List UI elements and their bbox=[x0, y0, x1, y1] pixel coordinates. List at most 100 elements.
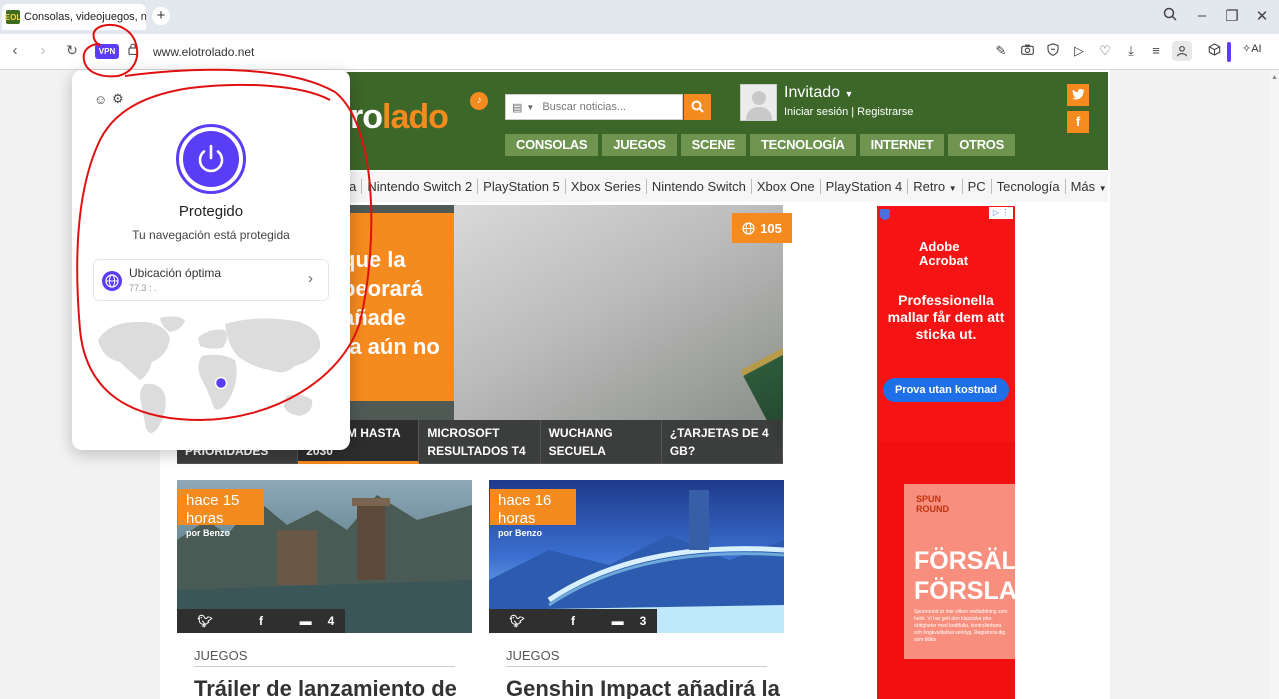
download-icon[interactable]: ⤓ bbox=[1123, 43, 1139, 59]
category-otros[interactable]: OTROS bbox=[948, 134, 1015, 156]
chevron-down-icon[interactable]: ▼ bbox=[526, 103, 534, 112]
facebook-icon[interactable]: f bbox=[1067, 111, 1089, 133]
article-card[interactable]: hace 15 horas por Benzo 🐦︎ f ▬ 4 JUEGOS T… bbox=[177, 480, 472, 699]
edit-icon[interactable]: ✎ bbox=[993, 43, 1009, 59]
restore-window-button[interactable]: ❐ bbox=[1222, 7, 1242, 25]
twitter-icon: 🐦︎ bbox=[197, 614, 213, 628]
adchoices-icon[interactable]: ▷ ⋮ bbox=[989, 207, 1013, 219]
ad-bottom-small-text: Spunround är inte vilken nedladdning som… bbox=[914, 609, 1008, 643]
comment-count: 105 bbox=[760, 220, 782, 236]
strip-item[interactable]: ¿TARJETAS DE 4 GB? bbox=[661, 420, 784, 464]
platform-item-retro[interactable]: Retro ▼ bbox=[907, 179, 961, 194]
twitter-share-button[interactable]: 🐦︎ bbox=[489, 609, 545, 633]
ad-bottom-headline-line: FÖRSÄLJN bbox=[914, 547, 1015, 575]
category-consolas[interactable]: CONSOLAS bbox=[505, 134, 599, 156]
ai-label: AI bbox=[1251, 43, 1262, 55]
back-button[interactable]: ‹ bbox=[6, 42, 24, 59]
menu-lines-icon[interactable]: ≡ bbox=[1148, 43, 1164, 58]
chevron-down-icon: ▼ bbox=[948, 184, 957, 193]
category-tecnologia[interactable]: TECNOLOGÍA bbox=[749, 134, 856, 156]
page-scrollbar[interactable] bbox=[1270, 70, 1279, 699]
shield-icon[interactable] bbox=[1045, 43, 1061, 59]
close-window-button[interactable]: ✕ bbox=[1252, 7, 1272, 25]
scroll-up-icon[interactable]: ▲ bbox=[1271, 74, 1278, 81]
twitter-share-button[interactable]: 🐦︎ bbox=[177, 609, 233, 633]
strip-line: SECUELA bbox=[548, 444, 606, 458]
url-field[interactable]: www.elotrolado.net bbox=[153, 45, 254, 59]
comment-icon: ▬ bbox=[611, 614, 624, 628]
search-button[interactable] bbox=[684, 94, 711, 120]
search-tabs-icon[interactable] bbox=[1160, 7, 1180, 25]
article-category[interactable]: JUEGOS bbox=[506, 648, 559, 663]
ad-bottom-panel[interactable]: SPUN ROUND FÖRSÄLJN FÖRSLA Spunround är … bbox=[904, 484, 1015, 659]
vpn-location-selector[interactable]: Ubicación óptima 77.3 : . › bbox=[93, 259, 329, 301]
browser-tab[interactable]: EOL Consolas, videojuegos, nu bbox=[2, 4, 146, 30]
article-share-bar: 🐦︎ f ▬ 3 bbox=[489, 609, 659, 633]
category-scene[interactable]: SCENE bbox=[680, 134, 746, 156]
profile-icon[interactable] bbox=[1172, 41, 1192, 61]
ai-button[interactable]: ✧AI bbox=[1242, 42, 1262, 55]
platform-item[interactable]: PC bbox=[961, 179, 991, 194]
article-author: por Benzo bbox=[186, 528, 230, 538]
comment-count-badge[interactable]: 105 bbox=[732, 213, 792, 243]
vpn-status: Protegido bbox=[178, 203, 244, 220]
heart-icon[interactable]: ♡ bbox=[1097, 43, 1113, 59]
logo-part-1: ro bbox=[350, 98, 383, 136]
platform-item[interactable]: Xbox One bbox=[750, 179, 820, 194]
facebook-icon: f bbox=[571, 614, 575, 628]
globe-icon bbox=[742, 221, 755, 235]
new-tab-button[interactable]: + bbox=[152, 7, 170, 25]
article-title[interactable]: Genshin Impact añadirá la bbox=[506, 676, 780, 699]
play-icon[interactable]: ▷ bbox=[1071, 43, 1087, 59]
platform-item-mas[interactable]: Más ▼ bbox=[1064, 179, 1112, 194]
platform-item[interactable]: Xbox Series bbox=[564, 179, 646, 194]
article-card[interactable]: hace 16 horas por Benzo 🐦︎ f ▬ 3 JUEGOS G… bbox=[489, 480, 784, 699]
user-menu[interactable]: Invitado ▼ bbox=[784, 84, 853, 102]
advertisement[interactable]: ▷ ⋮ Adobe Acrobat Professionella mallar … bbox=[877, 206, 1015, 699]
strip-line: MICROSOFT bbox=[427, 426, 500, 440]
cube-icon[interactable] bbox=[1206, 43, 1222, 59]
platform-item[interactable]: PlayStation 4 bbox=[819, 179, 908, 194]
hero-title-line: peorará bbox=[342, 276, 423, 301]
comments-button[interactable]: ▬ 4 bbox=[289, 609, 345, 633]
vpn-button[interactable]: VPN bbox=[95, 44, 119, 59]
login-register-links[interactable]: Iniciar sesión | Registrarse bbox=[784, 106, 913, 118]
ad-bottom-brand: SPUN ROUND bbox=[916, 494, 949, 514]
ad-bottom-headline: FÖRSÄLJN FÖRSLA bbox=[914, 546, 1015, 606]
ad-cta-button[interactable]: Prova utan kostnad bbox=[883, 378, 1009, 402]
ad-bottom-headline-line: FÖRSLA bbox=[914, 577, 1015, 605]
document-icon[interactable]: ▤ bbox=[512, 101, 522, 114]
camera-icon[interactable] bbox=[1019, 43, 1035, 58]
category-juegos[interactable]: JUEGOS bbox=[602, 134, 677, 156]
reload-button[interactable]: ↻ bbox=[63, 42, 81, 59]
comments-button[interactable]: ▬ 3 bbox=[601, 609, 657, 633]
vpn-power-button[interactable] bbox=[176, 124, 246, 194]
platform-item[interactable]: PlayStation 5 bbox=[477, 179, 565, 194]
gear-icon[interactable]: ⚙ bbox=[112, 91, 124, 107]
strip-item[interactable]: WUCHANG SECUELA bbox=[540, 420, 662, 464]
chevron-down-icon: ▼ bbox=[844, 89, 854, 99]
facebook-share-button[interactable]: f bbox=[545, 609, 601, 633]
search-input[interactable]: ▤ ▼ Buscar noticias... bbox=[505, 94, 683, 120]
minimize-window-button[interactable]: – bbox=[1192, 7, 1212, 24]
article-title[interactable]: Tráiler de lanzamiento de bbox=[194, 676, 457, 699]
article-category[interactable]: JUEGOS bbox=[194, 648, 247, 663]
platform-item[interactable]: Nintendo Switch 2 bbox=[361, 179, 477, 194]
hero-title[interactable]: que la peorará añade ta aún no bbox=[342, 245, 440, 361]
twitter-icon: 🐦︎ bbox=[509, 614, 525, 628]
lock-icon[interactable] bbox=[128, 43, 138, 58]
forward-button[interactable]: › bbox=[34, 42, 52, 59]
platform-item[interactable]: Nintendo Switch bbox=[645, 179, 751, 194]
facebook-share-button[interactable]: f bbox=[233, 609, 289, 633]
site-logo[interactable]: rolado bbox=[350, 98, 449, 137]
search-placeholder: Buscar noticias... bbox=[542, 101, 627, 113]
user-avatar[interactable] bbox=[740, 84, 777, 121]
strip-line: WUCHANG bbox=[548, 426, 613, 440]
twitter-icon[interactable] bbox=[1067, 84, 1089, 106]
strip-item[interactable]: MICROSOFT RESULTADOS T4 bbox=[419, 420, 541, 464]
user-name: Invitado bbox=[784, 84, 841, 101]
feedback-smiley-icon[interactable]: ☺ bbox=[94, 92, 107, 107]
platform-item[interactable]: Tecnología bbox=[990, 179, 1065, 194]
category-nav: CONSOLAS JUEGOS SCENE TECNOLOGÍA INTERNE… bbox=[505, 134, 1015, 156]
category-internet[interactable]: INTERNET bbox=[859, 134, 945, 156]
